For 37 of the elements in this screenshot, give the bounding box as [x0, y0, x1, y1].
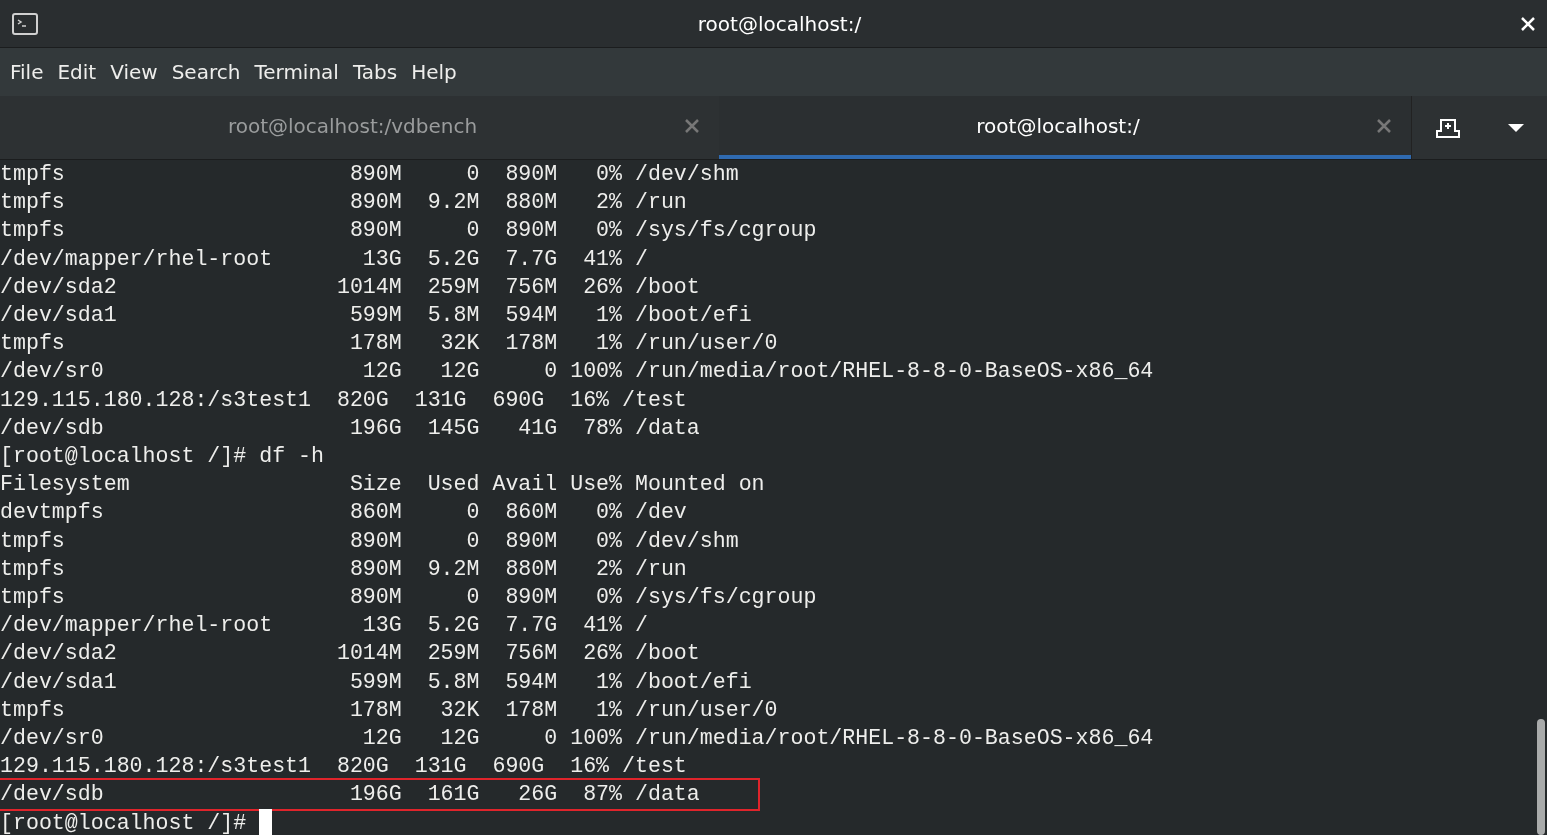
- menu-item[interactable]: Terminal: [248, 53, 345, 91]
- terminal-line: 129.115.180.128:/s3test1 820G 131G 690G 16% /test: [0, 386, 687, 414]
- terminal-line: /dev/sdb 196G 145G 41G 78% /data: [0, 414, 700, 442]
- menu-item[interactable]: Edit: [51, 53, 103, 91]
- new-tab-icon[interactable]: [1435, 116, 1462, 139]
- terminal-line: tmpfs 890M 0 890M 0% /dev/shm: [0, 161, 739, 188]
- menu-item[interactable]: Search: [165, 53, 247, 91]
- window-title: root@localhost:/: [696, 10, 863, 38]
- menu-item[interactable]: View: [104, 53, 164, 91]
- menu-item[interactable]: File: [4, 53, 50, 91]
- terminal-line: 129.115.180.128:/s3test1 820G 131G 690G 16% /test: [0, 753, 687, 781]
- terminal-line: /dev/mapper/rhel-root 13G 5.2G 7.7G 41% /: [0, 245, 648, 273]
- terminal-line: tmpfs 890M 0 890M 0% /dev/shm: [0, 527, 739, 555]
- terminal-line: Filesystem Size Used Avail Use% Mounted on: [0, 471, 765, 499]
- shell-prompt: [root@localhost /]#: [0, 809, 248, 835]
- tab-label: root@localhost:/: [975, 112, 1141, 140]
- terminal-line: /dev/sda1 599M 5.8M 594M 1% /boot/efi: [0, 668, 752, 696]
- terminal-line: /dev/sr0 12G 12G 0 100% /run/media/root/RHEL-8-8-0-BaseOS-x86_64: [0, 358, 1154, 386]
- terminal-line: tmpfs 890M 0 890M 0% /sys/fs/cgroup: [0, 584, 817, 612]
- terminal-line: tmpfs 890M 0 890M 0% /sys/fs/cgroup: [0, 217, 817, 245]
- terminal-line: /dev/mapper/rhel-root 13G 5.2G 7.7G 41% /: [0, 612, 648, 640]
- terminal-line: tmpfs 890M 9.2M 880M 2% /run: [0, 555, 687, 583]
- terminal-line: /dev/sda1 599M 5.8M 594M 1% /boot/efi: [0, 302, 752, 329]
- terminal-line: tmpfs 890M 9.2M 880M 2% /run: [0, 189, 687, 217]
- terminal-line: tmpfs 178M 32K 178M 1% /run/user/0: [0, 696, 778, 724]
- terminal-line: /dev/sr0 12G 12G 0 100% /run/media/root/RHEL-8-8-0-BaseOS-x86_64: [0, 725, 1154, 753]
- dropdown-caret-icon[interactable]: [1507, 122, 1524, 133]
- scrollbar-thumb[interactable]: [1537, 719, 1545, 835]
- terminal-line: devtmpfs 860M 0 860M 0% /dev: [0, 499, 687, 527]
- menu-item[interactable]: Help: [405, 53, 463, 91]
- terminal-line: tmpfs 178M 32K 178M 1% /run/user/0: [0, 330, 778, 358]
- terminal-icon: [12, 12, 38, 35]
- tab-label: root@localhost:/vdbench: [226, 112, 479, 140]
- terminal-line: [root@localhost /]# df -h: [0, 443, 324, 471]
- menu-item[interactable]: Tabs: [346, 53, 404, 91]
- terminal-line: /dev/sda2 1014M 259M 756M 26% /boot: [0, 273, 700, 301]
- terminal-line: /dev/sda2 1014M 259M 756M 26% /boot: [0, 640, 700, 668]
